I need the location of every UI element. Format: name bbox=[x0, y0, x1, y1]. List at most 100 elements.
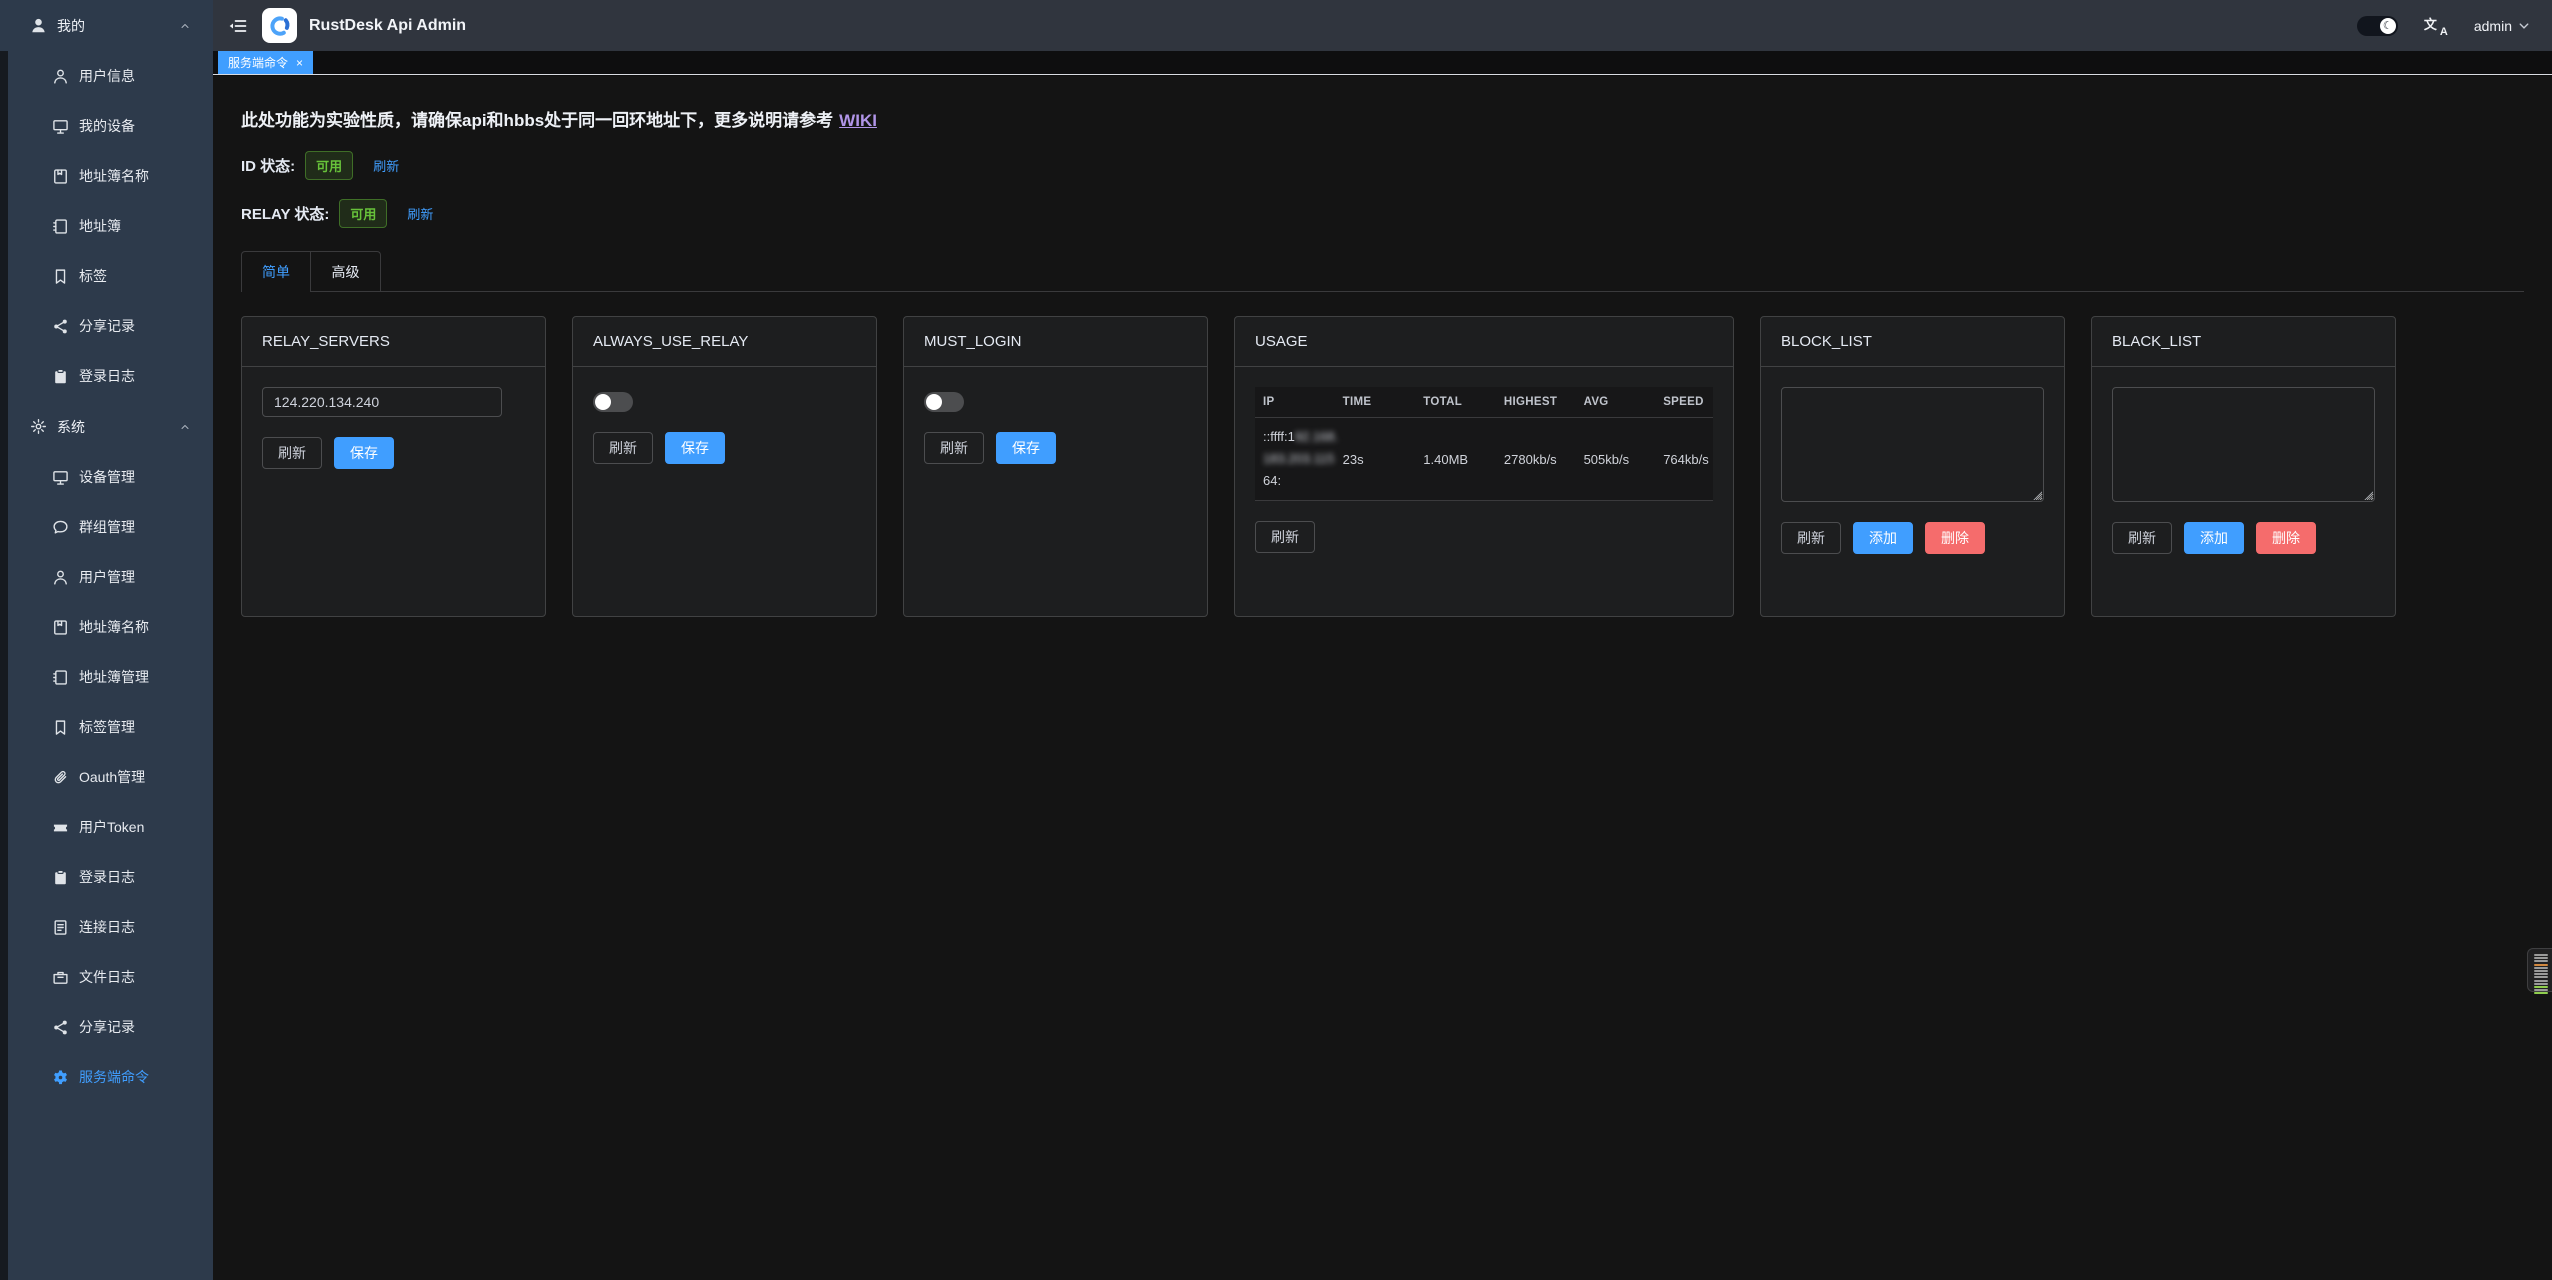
item-label: 群组管理 bbox=[79, 517, 135, 537]
sidebar-item-user-token[interactable]: 用户Token bbox=[0, 802, 213, 852]
usage-table: IPTIMETOTALHIGHESTAVGSPEED::ffff:192.168… bbox=[1255, 387, 1713, 501]
save-button[interactable]: 保存 bbox=[665, 432, 725, 464]
id-status-refresh-link[interactable]: 刷新 bbox=[373, 156, 399, 175]
add-button[interactable]: 添加 bbox=[1853, 522, 1913, 554]
sidebar-item-connection-logs[interactable]: 连接日志 bbox=[0, 902, 213, 952]
sidebar: 我的用户信息我的设备地址簿名称地址簿标签分享记录登录日志系统设备管理群组管理用户… bbox=[0, 0, 213, 1280]
sidebar-item-login-logs-sys[interactable]: 登录日志 bbox=[0, 852, 213, 902]
card-actions: 刷新 bbox=[1255, 521, 1713, 553]
sidebar-fold-icon[interactable] bbox=[228, 16, 248, 36]
sidebar-item-server-commands[interactable]: 服务端命令 bbox=[0, 1052, 213, 1102]
item-label: 我的设备 bbox=[79, 116, 135, 136]
card-actions: 刷新添加删除 bbox=[2112, 522, 2375, 554]
sidebar-item-group-management[interactable]: 群组管理 bbox=[0, 502, 213, 552]
must-login-toggle[interactable] bbox=[924, 392, 964, 412]
refresh-button[interactable]: 刷新 bbox=[1255, 521, 1315, 553]
usage-table-header: IPTIMETOTALHIGHESTAVGSPEED bbox=[1255, 387, 1713, 418]
user-icon bbox=[52, 68, 69, 85]
block-list-textarea[interactable] bbox=[1781, 387, 2044, 502]
id-status-row: ID 状态: 可用 刷新 bbox=[241, 151, 2524, 179]
card-actions: 刷新保存 bbox=[262, 437, 525, 469]
add-button[interactable]: 添加 bbox=[2184, 522, 2244, 554]
column-header: HIGHEST bbox=[1504, 396, 1584, 408]
clipboard-icon bbox=[52, 368, 69, 385]
wiki-link[interactable]: WIKI bbox=[839, 111, 877, 130]
save-button[interactable]: 保存 bbox=[996, 432, 1056, 464]
always-use-relay-toggle[interactable] bbox=[593, 392, 633, 412]
minimap-line bbox=[2534, 983, 2548, 985]
sidebar-item-address-book-names[interactable]: 地址簿名称 bbox=[0, 151, 213, 201]
settings-cards: RELAY_SERVERS刷新保存ALWAYS_USE_RELAY刷新保存 MUS… bbox=[241, 316, 2524, 617]
column-header: AVG bbox=[1584, 396, 1664, 408]
refresh-button[interactable]: 刷新 bbox=[1781, 522, 1841, 554]
sidebar-item-share-records[interactable]: 分享记录 bbox=[0, 301, 213, 351]
section-label: 系统 bbox=[57, 417, 85, 437]
sidebar-item-user-management[interactable]: 用户管理 bbox=[0, 552, 213, 602]
sidebar-section-my[interactable]: 我的 bbox=[0, 0, 213, 51]
user-menu[interactable]: admin bbox=[2474, 18, 2530, 34]
tab-simple[interactable]: 简单 bbox=[241, 251, 311, 292]
doc-icon bbox=[52, 919, 69, 936]
relay-status-refresh-link[interactable]: 刷新 bbox=[407, 204, 433, 223]
sidebar-section-system[interactable]: 系统 bbox=[0, 401, 213, 452]
relay-servers-input[interactable] bbox=[262, 387, 502, 417]
folder-icon bbox=[52, 969, 69, 986]
toggle-knob bbox=[926, 394, 942, 410]
ticket-icon bbox=[52, 819, 69, 836]
gear-icon bbox=[30, 418, 47, 435]
tab-advanced[interactable]: 高级 bbox=[311, 251, 381, 291]
save-button[interactable]: 保存 bbox=[334, 437, 394, 469]
sidebar-item-login-logs[interactable]: 登录日志 bbox=[0, 351, 213, 401]
item-label: 文件日志 bbox=[79, 967, 135, 987]
dark-mode-toggle[interactable]: ☾ bbox=[2357, 16, 2398, 36]
item-label: 连接日志 bbox=[79, 917, 135, 937]
ip-text: ::ffff:1 bbox=[1263, 429, 1295, 444]
refresh-button[interactable]: 刷新 bbox=[593, 432, 653, 464]
main-content: 此处功能为实验性质，请确保api和hbbs处于同一回环地址下，更多说明请参考WI… bbox=[213, 76, 2552, 1280]
language-switch-icon[interactable]: 文 A bbox=[2424, 15, 2448, 37]
item-label: 地址簿 bbox=[79, 216, 121, 236]
usage-table-row: ::ffff:192.168.183.203.11564:23s1.40MB27… bbox=[1255, 418, 1713, 501]
minimap-line bbox=[2534, 960, 2548, 962]
refresh-button[interactable]: 刷新 bbox=[262, 437, 322, 469]
item-label: 地址簿名称 bbox=[79, 617, 149, 637]
sidebar-item-device-management[interactable]: 设备管理 bbox=[0, 452, 213, 502]
tab-server-commands[interactable]: 服务端命令 × bbox=[218, 51, 313, 74]
card-actions: 刷新保存 bbox=[593, 432, 856, 464]
delete-button[interactable]: 删除 bbox=[1925, 522, 1985, 554]
column-header: IP bbox=[1263, 396, 1343, 408]
sidebar-item-my-devices[interactable]: 我的设备 bbox=[0, 101, 213, 151]
relay-status-label: RELAY 状态: bbox=[241, 203, 329, 224]
card-relay-servers: RELAY_SERVERS刷新保存 bbox=[241, 316, 546, 617]
open-tabs-bar: 服务端命令 × bbox=[213, 51, 2552, 75]
item-label: 用户管理 bbox=[79, 567, 135, 587]
sidebar-item-address-book-names-sys[interactable]: 地址簿名称 bbox=[0, 602, 213, 652]
sidebar-item-address-book-management[interactable]: 地址簿管理 bbox=[0, 652, 213, 702]
delete-button[interactable]: 删除 bbox=[2256, 522, 2316, 554]
sidebar-item-share-records-sys[interactable]: 分享记录 bbox=[0, 1002, 213, 1052]
refresh-button[interactable]: 刷新 bbox=[2112, 522, 2172, 554]
card-black-list: BLACK_LIST刷新添加删除 bbox=[2091, 316, 2396, 617]
card-title: MUST_LOGIN bbox=[904, 317, 1207, 367]
card-title: BLOCK_LIST bbox=[1761, 317, 2064, 367]
tab-close-icon[interactable]: × bbox=[296, 56, 303, 70]
minimap-line bbox=[2534, 973, 2548, 975]
gear-filled-icon bbox=[52, 1069, 69, 1086]
user-icon bbox=[52, 569, 69, 586]
card-always-use-relay: ALWAYS_USE_RELAY刷新保存 bbox=[572, 316, 877, 617]
sidebar-item-tags[interactable]: 标签 bbox=[0, 251, 213, 301]
minimap-line bbox=[2534, 967, 2548, 969]
edge-minimap-overlay[interactable] bbox=[2527, 948, 2552, 992]
sidebar-item-tag-management[interactable]: 标签管理 bbox=[0, 702, 213, 752]
card-body: 刷新保存 bbox=[242, 367, 545, 489]
sidebar-item-oauth-management[interactable]: Oauth管理 bbox=[0, 752, 213, 802]
card-block-list: BLOCK_LIST 刷新添加删除 bbox=[1760, 316, 2065, 617]
item-label: 标签管理 bbox=[79, 717, 135, 737]
sidebar-item-address-book[interactable]: 地址簿 bbox=[0, 201, 213, 251]
sidebar-item-user-info[interactable]: 用户信息 bbox=[0, 51, 213, 101]
refresh-button[interactable]: 刷新 bbox=[924, 432, 984, 464]
toggle-knob bbox=[595, 394, 611, 410]
sidebar-item-file-logs[interactable]: 文件日志 bbox=[0, 952, 213, 1002]
card-actions: 刷新添加删除 bbox=[1781, 522, 2044, 554]
black-list-textarea[interactable] bbox=[2112, 387, 2375, 502]
